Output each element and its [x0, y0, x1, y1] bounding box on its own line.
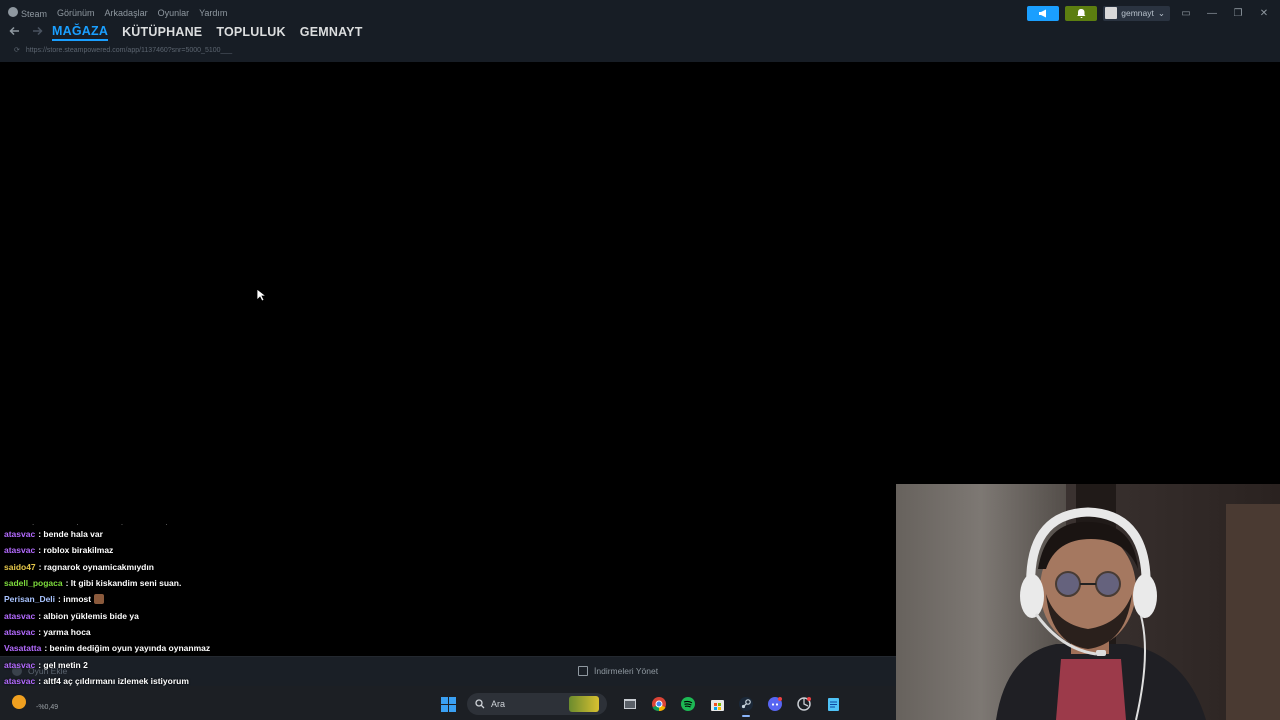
- chat-text: : gel metin 2: [38, 659, 88, 670]
- menu-bar: Steam Görünüm Arkadaşlar Oyunlar Yardım: [8, 6, 227, 20]
- chevron-down-icon: ⌄: [1157, 7, 1165, 18]
- avatar: [1105, 7, 1118, 19]
- forward-arrow-icon[interactable]: [30, 25, 44, 39]
- chat-text: : It gibi kiskandim seni suan.: [65, 578, 182, 589]
- announcement-button[interactable]: [1027, 5, 1060, 21]
- big-picture-icon[interactable]: ▭: [1176, 8, 1196, 19]
- notifications-button[interactable]: [1065, 5, 1098, 21]
- chat-message: atasvac: roblox birakilmaz: [4, 542, 604, 558]
- megaphone-icon: [1039, 9, 1047, 17]
- chrome-icon[interactable]: [649, 694, 669, 714]
- search-highlight-image: [569, 696, 599, 712]
- search-icon: [475, 699, 485, 709]
- chat-message: sadell_pogaca: It gibi kiskandim seni su…: [4, 575, 604, 591]
- titlebar-controls: gemnayt ⌄ ▭ — ❐ ✕: [1027, 5, 1274, 21]
- bell-icon: [1076, 8, 1086, 18]
- windows-logo-icon: [440, 696, 456, 712]
- steam-taskbar-icon[interactable]: [736, 694, 756, 717]
- spotify-icon[interactable]: [678, 694, 698, 714]
- chat-text: : albion yüklemis bide ya: [38, 610, 139, 621]
- maximize-icon[interactable]: ❐: [1228, 8, 1248, 19]
- stream-chat-overlay: . . . . atasvac: bende hala var atasvac: …: [4, 519, 604, 705]
- chat-username: saido47: [4, 561, 36, 572]
- search-placeholder: Ara: [491, 699, 506, 709]
- main-nav: MAĞAZA KÜTÜPHANE TOPLULUK GEMNAYT: [8, 22, 377, 42]
- chat-message: atasvac: bende hala var: [4, 526, 604, 542]
- chat-text: : bende hala var: [38, 529, 103, 540]
- tab-profile[interactable]: GEMNAYT: [300, 25, 363, 39]
- chat-text: : inmost: [58, 594, 92, 605]
- url-text[interactable]: https://store.steampowered.com/app/11374…: [26, 47, 232, 54]
- chat-message: Vasatatta: benim dediğim oyun yayında oy…: [4, 640, 604, 656]
- chat-username: atasvac: [4, 626, 36, 637]
- tab-library[interactable]: KÜTÜPHANE: [122, 25, 202, 39]
- chat-message: atasvac: gel metin 2: [4, 656, 604, 672]
- chat-username: Vasatatta: [4, 643, 42, 654]
- task-view-icon[interactable]: [620, 694, 640, 714]
- webcam-overlay: [896, 484, 1280, 720]
- chat-message: saido47: ragnarok oynamicakmıydın: [4, 559, 604, 575]
- app-circle-icon[interactable]: [794, 694, 814, 714]
- username: gemnayt: [1121, 8, 1154, 18]
- menu-item-friends[interactable]: Arkadaşlar: [105, 8, 148, 18]
- chat-text: : altf4 aç çıldırmanı izlemek istiyorum: [38, 675, 189, 686]
- start-button[interactable]: [438, 694, 458, 714]
- chat-username: atasvac: [4, 659, 36, 670]
- chat-message: atasvac: yarma hoca: [4, 624, 604, 640]
- back-arrow-icon[interactable]: [8, 25, 22, 39]
- chat-text: : roblox birakilmaz: [38, 545, 114, 556]
- user-menu[interactable]: gemnayt ⌄: [1103, 5, 1170, 21]
- chat-text: : ragnarok oynamicakmıydın: [38, 561, 154, 572]
- taskbar-search[interactable]: Ara: [467, 693, 607, 715]
- steam-titlebar: Steam Görünüm Arkadaşlar Oyunlar Yardım …: [0, 0, 1280, 62]
- chat-emote-icon: [94, 594, 105, 605]
- chat-username: Perisan_Deli: [4, 594, 56, 605]
- streamer-webcam-image: [896, 484, 1280, 720]
- chat-username: atasvac: [4, 529, 36, 540]
- chat-message: Perisan_Deli: inmost: [4, 591, 604, 607]
- tab-store[interactable]: MAĞAZA: [52, 24, 109, 41]
- steam-logo-icon: [8, 7, 18, 17]
- chat-username: atasvac: [4, 675, 36, 686]
- loading-icon: ⟳: [14, 47, 20, 54]
- chat-username: sadell_pogaca: [4, 578, 63, 589]
- chat-text: : yarma hoca: [38, 626, 91, 637]
- minimize-icon[interactable]: —: [1202, 8, 1222, 19]
- store-icon[interactable]: [707, 694, 727, 714]
- taskbar-icons: Ara: [438, 692, 843, 717]
- close-icon[interactable]: ✕: [1254, 8, 1274, 19]
- chat-username: atasvac: [4, 610, 36, 621]
- notepad-icon[interactable]: [823, 694, 843, 714]
- menu-item-games[interactable]: Oyunlar: [158, 8, 190, 18]
- menu-item-help[interactable]: Yardım: [199, 8, 227, 18]
- chat-text: : benim dediğim oyun yayında oynanmaz: [44, 643, 211, 654]
- weather-temp: -%0,49: [36, 704, 59, 711]
- url-bar: ⟳ https://store.steampowered.com/app/113…: [14, 46, 232, 55]
- menu-item-label: Steam: [21, 9, 48, 19]
- menu-item-steam[interactable]: Steam: [8, 7, 47, 19]
- chat-username: atasvac: [4, 545, 36, 556]
- weather-widget[interactable]: -%0,49: [12, 692, 58, 711]
- weather-icon: [12, 694, 26, 709]
- chat-message: atasvac: albion yüklemis bide ya: [4, 607, 604, 623]
- tab-community[interactable]: TOPLULUK: [216, 25, 285, 39]
- menu-item-view[interactable]: Görünüm: [57, 8, 95, 18]
- discord-icon[interactable]: [765, 694, 785, 714]
